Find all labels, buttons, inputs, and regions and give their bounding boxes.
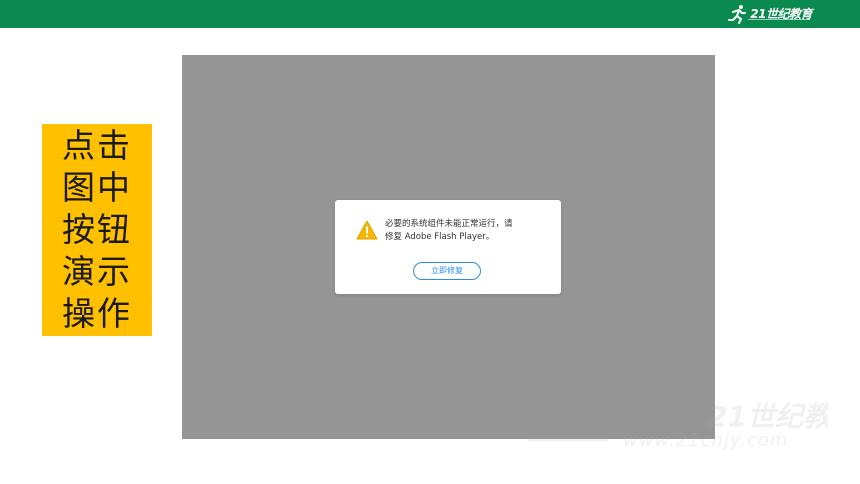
instruction-line-3: 按钮 bbox=[62, 210, 132, 249]
brand-logo: 21世纪教育 bbox=[727, 4, 812, 24]
top-bar: 21世纪教育 bbox=[0, 0, 860, 28]
dialog-message: 必要的系统组件未能正常运行，请 修复 Adobe Flash Player。 bbox=[385, 218, 545, 244]
flash-content-area: 必要的系统组件未能正常运行，请 修复 Adobe Flash Player。 立… bbox=[182, 55, 715, 439]
brand-url-underline bbox=[748, 19, 810, 20]
instruction-line-1: 点击 bbox=[62, 126, 132, 165]
repair-now-button[interactable]: 立即修复 bbox=[413, 262, 481, 280]
warning-icon bbox=[356, 220, 378, 240]
dialog-message-line-2: 修复 Adobe Flash Player。 bbox=[385, 232, 495, 242]
instruction-line-5: 操作 bbox=[62, 294, 132, 333]
watermark-text: 21世纪教育 bbox=[708, 400, 828, 433]
runner-logo-icon bbox=[728, 5, 747, 24]
instruction-line-4: 演示 bbox=[62, 252, 132, 291]
instruction-label: 点击 图中 按钮 演示 操作 bbox=[42, 124, 152, 336]
flash-repair-dialog: 必要的系统组件未能正常运行，请 修复 Adobe Flash Player。 立… bbox=[335, 200, 561, 294]
dialog-message-line-1: 必要的系统组件未能正常运行，请 bbox=[385, 219, 513, 229]
instruction-line-2: 图中 bbox=[62, 168, 132, 207]
